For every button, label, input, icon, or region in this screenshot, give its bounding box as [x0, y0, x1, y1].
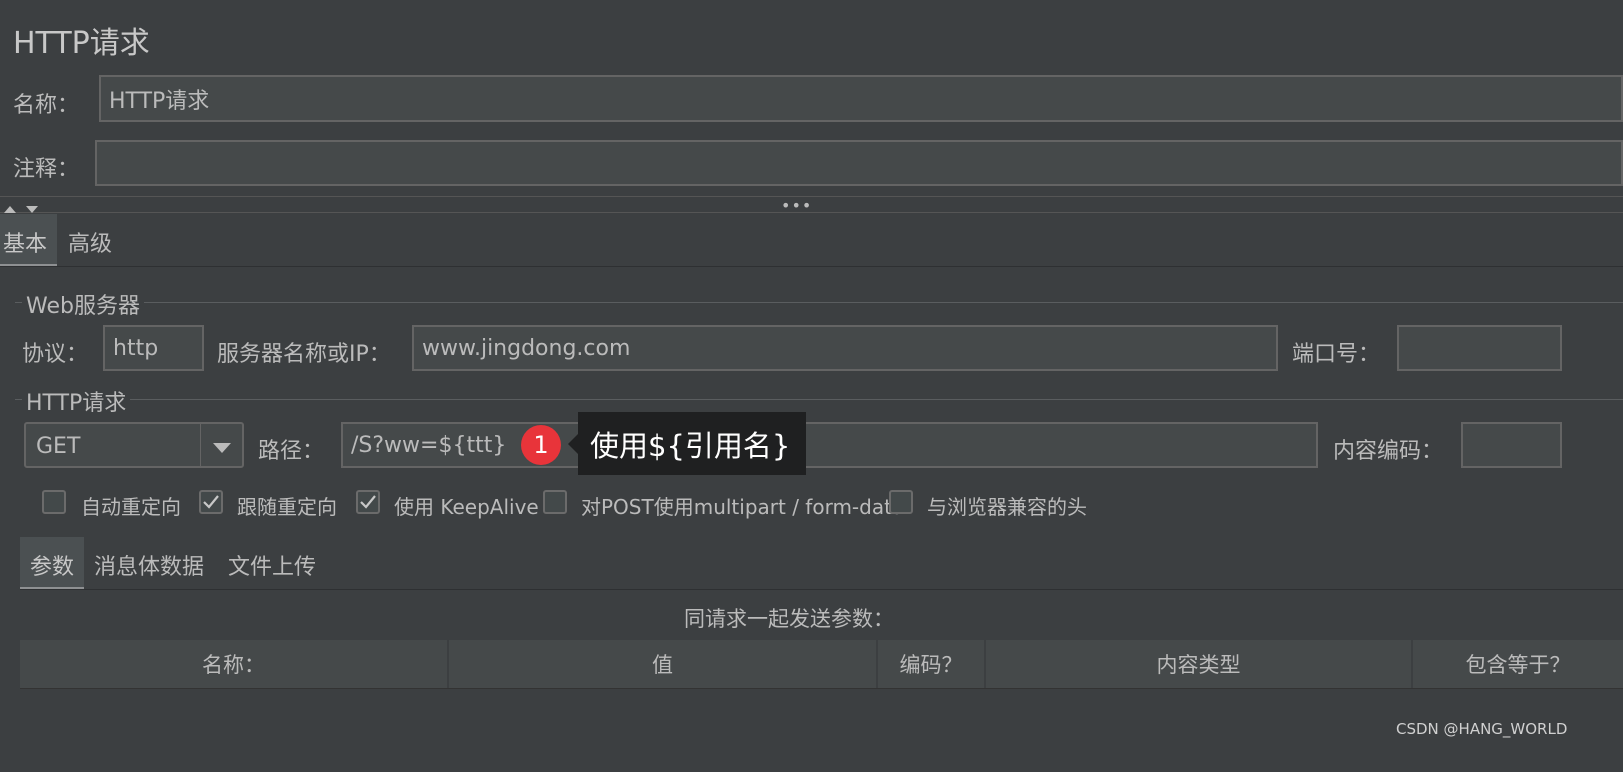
tab-body-data[interactable]: 消息体数据 [94, 549, 204, 581]
method-select-divider [200, 424, 201, 466]
tab-basic-label: 基本 [3, 232, 48, 257]
tab-parameters[interactable]: 参数 [20, 537, 84, 590]
annotation-badge: 1 [521, 425, 561, 465]
follow-redirect-checkbox[interactable] [199, 490, 223, 514]
browser-headers-label: 与浏览器兼容的头 [927, 495, 1087, 519]
column-header-content-type[interactable]: 内容类型 [986, 640, 1413, 688]
server-field[interactable]: www.jingdong.com [412, 325, 1278, 371]
keepalive-checkbox[interactable] [356, 490, 380, 514]
auto-redirect-checkbox[interactable] [42, 490, 66, 514]
comment-field[interactable] [95, 140, 1623, 186]
multipart-checkbox[interactable] [543, 490, 567, 514]
protocol-label: 协议： [22, 342, 89, 367]
chevron-down-icon[interactable] [212, 439, 232, 458]
auto-redirect-label: 自动重定向 [81, 495, 181, 519]
splitter-handle[interactable]: ••• [781, 196, 812, 215]
tab-file-upload[interactable]: 文件上传 [228, 549, 316, 581]
method-select[interactable]: GET [24, 422, 244, 468]
tab-advanced[interactable]: 高级 [68, 226, 112, 258]
http-request-group-border [15, 399, 1623, 400]
method-value: GET [36, 434, 81, 459]
column-header-encode[interactable]: 编码？ [878, 640, 986, 688]
panel-title: HTTP请求 [13, 26, 150, 61]
tab-basic[interactable]: 基本 [0, 214, 57, 267]
encoding-label: 内容编码： [1333, 439, 1444, 464]
params-table-header: 名称： 值 编码？ 内容类型 包含等于？ [20, 640, 1623, 689]
follow-redirect-label: 跟随重定向 [237, 495, 337, 519]
encoding-field[interactable] [1461, 422, 1562, 468]
server-label: 服务器名称或IP： [217, 342, 391, 367]
annotation-tooltip: 使用${引用名} [568, 412, 806, 475]
web-server-group-border [15, 302, 1623, 303]
watermark: CSDN @HANG_WORLD [1396, 720, 1568, 738]
browser-headers-checkbox[interactable] [889, 490, 913, 514]
column-header-include-equals[interactable]: 包含等于？ [1413, 640, 1623, 688]
column-header-name[interactable]: 名称： [20, 640, 449, 688]
name-label: 名称： [13, 93, 80, 118]
tab-parameters-label: 参数 [30, 555, 75, 580]
port-field[interactable] [1397, 325, 1562, 371]
comment-label: 注释： [13, 157, 80, 182]
path-field[interactable]: /S?ww=${ttt} [341, 422, 1318, 468]
protocol-field[interactable]: http [103, 325, 204, 371]
keepalive-label: 使用 KeepAlive [394, 495, 539, 519]
checkmark-icon [203, 495, 219, 509]
params-caption: 同请求一起发送参数： [684, 607, 894, 631]
web-server-group-title: Web服务器 [22, 288, 144, 320]
multipart-label: 对POST使用multipart / form-data [581, 495, 905, 519]
sub-tabs-divider [20, 589, 1623, 590]
name-field[interactable]: HTTP请求 [99, 75, 1623, 122]
column-header-value[interactable]: 值 [449, 640, 878, 688]
http-request-group-title: HTTP请求 [22, 385, 131, 417]
tabs-divider [0, 266, 1623, 267]
port-label: 端口号： [1292, 342, 1381, 367]
checkmark-icon [360, 495, 376, 509]
path-label: 路径： [258, 439, 325, 464]
